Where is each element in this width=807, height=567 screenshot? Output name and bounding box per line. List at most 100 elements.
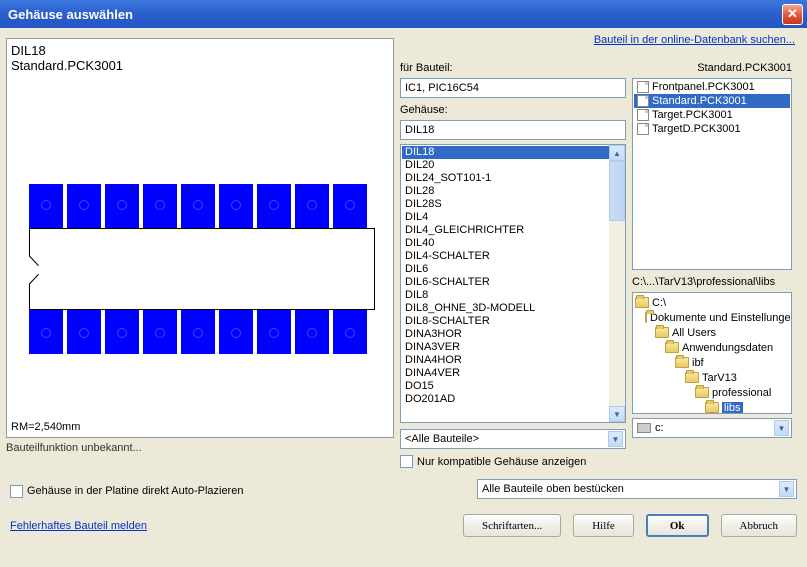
cancel-button[interactable]: Abbruch (721, 514, 798, 537)
chip-pin (257, 184, 291, 228)
chip-pin (333, 184, 367, 228)
preview-library-name: Standard.PCK3001 (11, 58, 389, 73)
package-list-item[interactable]: DIL40 (402, 237, 624, 250)
filter-combo[interactable]: <Alle Bauteile> ▼ (400, 429, 626, 449)
folder-icon (635, 297, 649, 308)
package-list-item[interactable]: DIL8_OHNE_3D-MODELL (402, 302, 624, 315)
document-icon (637, 123, 649, 135)
titlebar: Gehäuse auswählen ✕ (0, 0, 807, 28)
chip-pin (105, 184, 139, 228)
document-icon (637, 95, 649, 107)
package-listbox[interactable]: DIL18DIL20DIL24_SOT101-1DIL28DIL28SDIL4D… (400, 144, 626, 423)
placement-combo[interactable]: Alle Bauteile oben bestücken ▼ (477, 479, 797, 499)
package-list-item[interactable]: DIL4 (402, 211, 624, 224)
preview-package-name: DIL18 (11, 43, 389, 58)
package-list-item[interactable]: DINA3VER (402, 341, 624, 354)
package-list-item[interactable]: DINA4HOR (402, 354, 624, 367)
package-list-item[interactable]: DIL4-SCHALTER (402, 250, 624, 263)
library-file-item[interactable]: TargetD.PCK3001 (634, 122, 790, 136)
online-db-link[interactable]: Bauteil in der online-Datenbank suchen..… (594, 34, 795, 46)
preview-column: DIL18 Standard.PCK3001 RM=2,540mm Bautei… (6, 38, 394, 468)
chip-pin (105, 310, 139, 354)
package-select-column: für Bauteil: Gehäuse: DIL18DIL20DIL24_SO… (400, 38, 626, 468)
autoplace-checkbox-row[interactable]: Gehäuse in der Platine direkt Auto-Plazi… (10, 485, 243, 498)
tree-item[interactable]: All Users (635, 325, 789, 340)
part-input[interactable] (400, 78, 626, 98)
package-list-item[interactable]: DINA4VER (402, 367, 624, 380)
drive-icon (637, 423, 651, 433)
listbox-scrollbar[interactable]: ▲ ▼ (609, 145, 625, 422)
part-function-text: Bauteilfunktion unbekannt... (6, 442, 394, 454)
folder-icon (705, 402, 719, 413)
scroll-up-button[interactable]: ▲ (609, 145, 625, 161)
chip-pin (257, 310, 291, 354)
folder-tree[interactable]: C:\Dokumente und EinstellungenAll UsersA… (632, 292, 792, 414)
library-file-item[interactable]: Target.PCK3001 (634, 108, 790, 122)
ok-button[interactable]: Ok (646, 514, 709, 537)
chip-pin (333, 310, 367, 354)
package-list-item[interactable]: DIL28S (402, 198, 624, 211)
scroll-down-button[interactable]: ▼ (609, 406, 625, 422)
path-label: C:\...\TarV13\professional\libs (632, 276, 792, 288)
library-file-item[interactable]: Standard.PCK3001 (634, 94, 790, 108)
tree-item[interactable]: ibf (635, 355, 789, 370)
compat-checkbox-row[interactable]: Nur kompatible Gehäuse anzeigen (400, 455, 626, 468)
rm-value: RM=2,540mm (11, 421, 80, 433)
preview-panel: DIL18 Standard.PCK3001 RM=2,540mm (6, 38, 394, 438)
help-button[interactable]: Hilfe (573, 514, 634, 537)
tree-item[interactable]: Anwendungsdaten (635, 340, 789, 355)
compat-checkbox[interactable] (400, 455, 413, 468)
library-file-item[interactable]: Frontpanel.PCK3001 (634, 80, 790, 94)
close-button[interactable]: ✕ (782, 4, 803, 25)
package-list-item[interactable]: DIL28 (402, 185, 624, 198)
chip-pin (67, 310, 101, 354)
chip-pin (295, 184, 329, 228)
chip-pin (219, 310, 253, 354)
package-label: Gehäuse: (400, 104, 626, 116)
folder-icon (685, 372, 699, 383)
package-list-item[interactable]: DIL18 (402, 146, 624, 159)
package-list-item[interactable]: DIL4_GLEICHRICHTER (402, 224, 624, 237)
autoplace-checkbox[interactable] (10, 485, 23, 498)
chip-pin (29, 184, 63, 228)
chip-pin (143, 310, 177, 354)
chevron-down-icon[interactable]: ▼ (774, 420, 789, 436)
library-column: Standard.PCK3001 Frontpanel.PCK3001Stand… (632, 38, 792, 468)
tree-item[interactable]: Dokumente und Einstellungen (635, 310, 789, 325)
folder-icon (695, 387, 709, 398)
chip-pin (181, 310, 215, 354)
fonts-button[interactable]: Schriftarten... (463, 514, 561, 537)
report-link[interactable]: Fehlerhaftes Bauteil melden (10, 520, 147, 532)
package-list-item[interactable]: DIL20 (402, 159, 624, 172)
chip-pin (295, 310, 329, 354)
package-list-item[interactable]: DO15 (402, 380, 624, 393)
package-list-item[interactable]: DIL8 (402, 289, 624, 302)
scroll-thumb[interactable] (609, 161, 625, 221)
library-file-list[interactable]: Frontpanel.PCK3001Standard.PCK3001Target… (632, 78, 792, 270)
filter-value: <Alle Bauteile> (405, 433, 479, 445)
package-list-item[interactable]: DIL24_SOT101-1 (402, 172, 624, 185)
autoplace-label: Gehäuse in der Platine direkt Auto-Plazi… (27, 485, 243, 497)
chevron-down-icon[interactable]: ▼ (779, 481, 794, 497)
package-list-item[interactable]: DO201AD (402, 393, 624, 406)
tree-item[interactable]: professional (635, 385, 789, 400)
chevron-down-icon[interactable]: ▼ (608, 431, 623, 447)
tree-item[interactable]: TarV13 (635, 370, 789, 385)
tree-item[interactable]: C:\ (635, 295, 789, 310)
package-list-item[interactable]: DINA3HOR (402, 328, 624, 341)
package-list-item[interactable]: DIL8-SCHALTER (402, 315, 624, 328)
drive-combo[interactable]: c: ▼ (632, 418, 792, 438)
window-title: Gehäuse auswählen (8, 7, 133, 22)
chip-pin (67, 184, 101, 228)
folder-icon (665, 342, 679, 353)
folder-icon (645, 312, 647, 323)
folder-icon (675, 357, 689, 368)
package-list-item[interactable]: DIL6 (402, 263, 624, 276)
chip-pin (29, 310, 63, 354)
tree-item[interactable]: libs (635, 400, 789, 414)
part-label: für Bauteil: (400, 62, 626, 74)
placement-value: Alle Bauteile oben bestücken (482, 483, 624, 495)
package-list-item[interactable]: DIL6-SCHALTER (402, 276, 624, 289)
drive-value: c: (655, 422, 664, 434)
package-input[interactable] (400, 120, 626, 140)
